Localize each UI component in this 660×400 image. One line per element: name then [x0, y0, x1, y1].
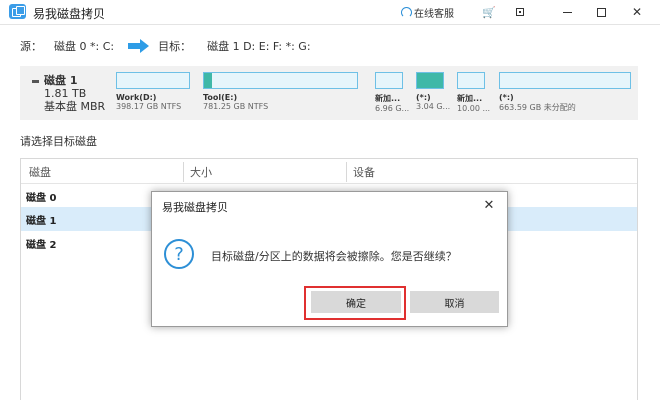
maximize-icon: [596, 7, 606, 17]
column-header-size[interactable]: 大小: [190, 164, 212, 180]
arrow-right-icon: [128, 39, 150, 53]
target-value: 磁盘 1 D: E: F: *: G:: [207, 40, 311, 53]
minimize-button[interactable]: [552, 2, 582, 22]
disk-map: 磁盘 1 1.81 TB 基本盘 MBR Work(D:) 398.17 GB …: [20, 66, 638, 120]
partition-bar: [416, 72, 444, 89]
partition-detail: 781.25 GB NTFS: [203, 102, 269, 111]
column-divider[interactable]: [183, 162, 184, 182]
confirm-dialog: 易我磁盘拷贝 ✕ ? 目标磁盘/分区上的数据将会被擦除。您是否继续？ 确定 取消: [151, 191, 508, 327]
title-bar: 易我磁盘拷贝 在线客服 🛒 ✕: [0, 0, 660, 25]
disk-cell: 磁盘 0: [26, 193, 57, 204]
hard-disk-icon: [32, 79, 39, 83]
dialog-message: 目标磁盘/分区上的数据将会被擦除。您是否继续？: [211, 250, 457, 263]
source-label: 源：: [20, 40, 42, 53]
column-header-device[interactable]: 设备: [353, 164, 375, 180]
partition-4[interactable]: (*:) 3.04 G...: [416, 72, 451, 111]
close-button[interactable]: ✕: [622, 2, 652, 22]
partition-label: Tool(E:): [203, 93, 238, 102]
partition-label: (*:): [416, 93, 431, 102]
partition-3[interactable]: 新加... 6.96 G...: [375, 72, 410, 113]
partition-bar: [499, 72, 631, 89]
partition-detail: 10.00 ...: [457, 104, 491, 113]
partition-used-fill: [417, 73, 443, 88]
cancel-button[interactable]: 取消: [410, 291, 499, 313]
cart-icon: 🛒: [482, 5, 496, 19]
partition-5[interactable]: 新加... 10.00 ...: [457, 72, 491, 113]
partition-bar: [203, 72, 358, 89]
partition-bar: [116, 72, 190, 89]
partition-label: 新加...: [375, 94, 401, 103]
partition-detail: 398.17 GB NTFS: [116, 102, 182, 111]
select-target-heading: 请选择目标磁盘: [20, 135, 97, 148]
minimize-icon: [562, 11, 572, 13]
target-label: 目标：: [158, 40, 192, 53]
partition-used-fill: [204, 73, 212, 88]
column-header-disk[interactable]: 磁盘: [29, 164, 51, 180]
settings-button[interactable]: [505, 2, 535, 22]
partition-1[interactable]: Work(D:) 398.17 GB NTFS: [116, 72, 190, 111]
headset-icon: [401, 7, 412, 18]
partition-bar: [457, 72, 485, 89]
partition-bar: [375, 72, 403, 89]
close-icon: ✕: [631, 5, 643, 19]
table-header: 磁盘 大小 设备: [21, 159, 637, 184]
partition-label: (*:): [499, 93, 514, 102]
disk-name: 磁盘 1: [44, 74, 78, 87]
partition-2[interactable]: Tool(E:) 781.25 GB NTFS: [203, 72, 358, 111]
column-divider[interactable]: [346, 162, 347, 182]
online-service-button[interactable]: 在线客服: [401, 4, 454, 21]
disk-info: 磁盘 1 1.81 TB 基本盘 MBR: [32, 74, 105, 113]
question-icon: ?: [164, 239, 194, 269]
dialog-close-button[interactable]: ✕: [479, 195, 499, 215]
partition-detail: 6.96 G...: [375, 104, 410, 113]
maximize-button[interactable]: [586, 2, 616, 22]
dialog-title: 易我磁盘拷贝: [162, 201, 228, 214]
partition-detail: 3.04 G...: [416, 102, 451, 111]
disk-cell: 磁盘 1: [26, 216, 57, 227]
source-value: 磁盘 0 *: C:: [54, 40, 115, 53]
disk-type: 基本盘 MBR: [44, 100, 106, 113]
partition-label: 新加...: [457, 94, 483, 103]
square-dot-icon: [516, 8, 524, 16]
online-service-label: 在线客服: [414, 9, 454, 20]
partition-6[interactable]: (*:) 663.59 GB 未分配的: [499, 72, 631, 113]
disk-size: 1.81 TB: [44, 87, 87, 100]
window-title: 易我磁盘拷贝: [33, 7, 106, 21]
partition-label: Work(D:): [116, 93, 157, 102]
partition-detail: 663.59 GB 未分配的: [499, 103, 576, 112]
app-logo-icon: [9, 4, 26, 19]
ok-button[interactable]: 确定: [311, 291, 401, 313]
cart-button[interactable]: 🛒: [474, 2, 504, 22]
copy-path: 源： 磁盘 0 *: C: 目标： 磁盘 1 D: E: F: *: G:: [20, 36, 311, 56]
disk-cell: 磁盘 2: [26, 240, 57, 251]
close-icon: ✕: [483, 197, 495, 213]
